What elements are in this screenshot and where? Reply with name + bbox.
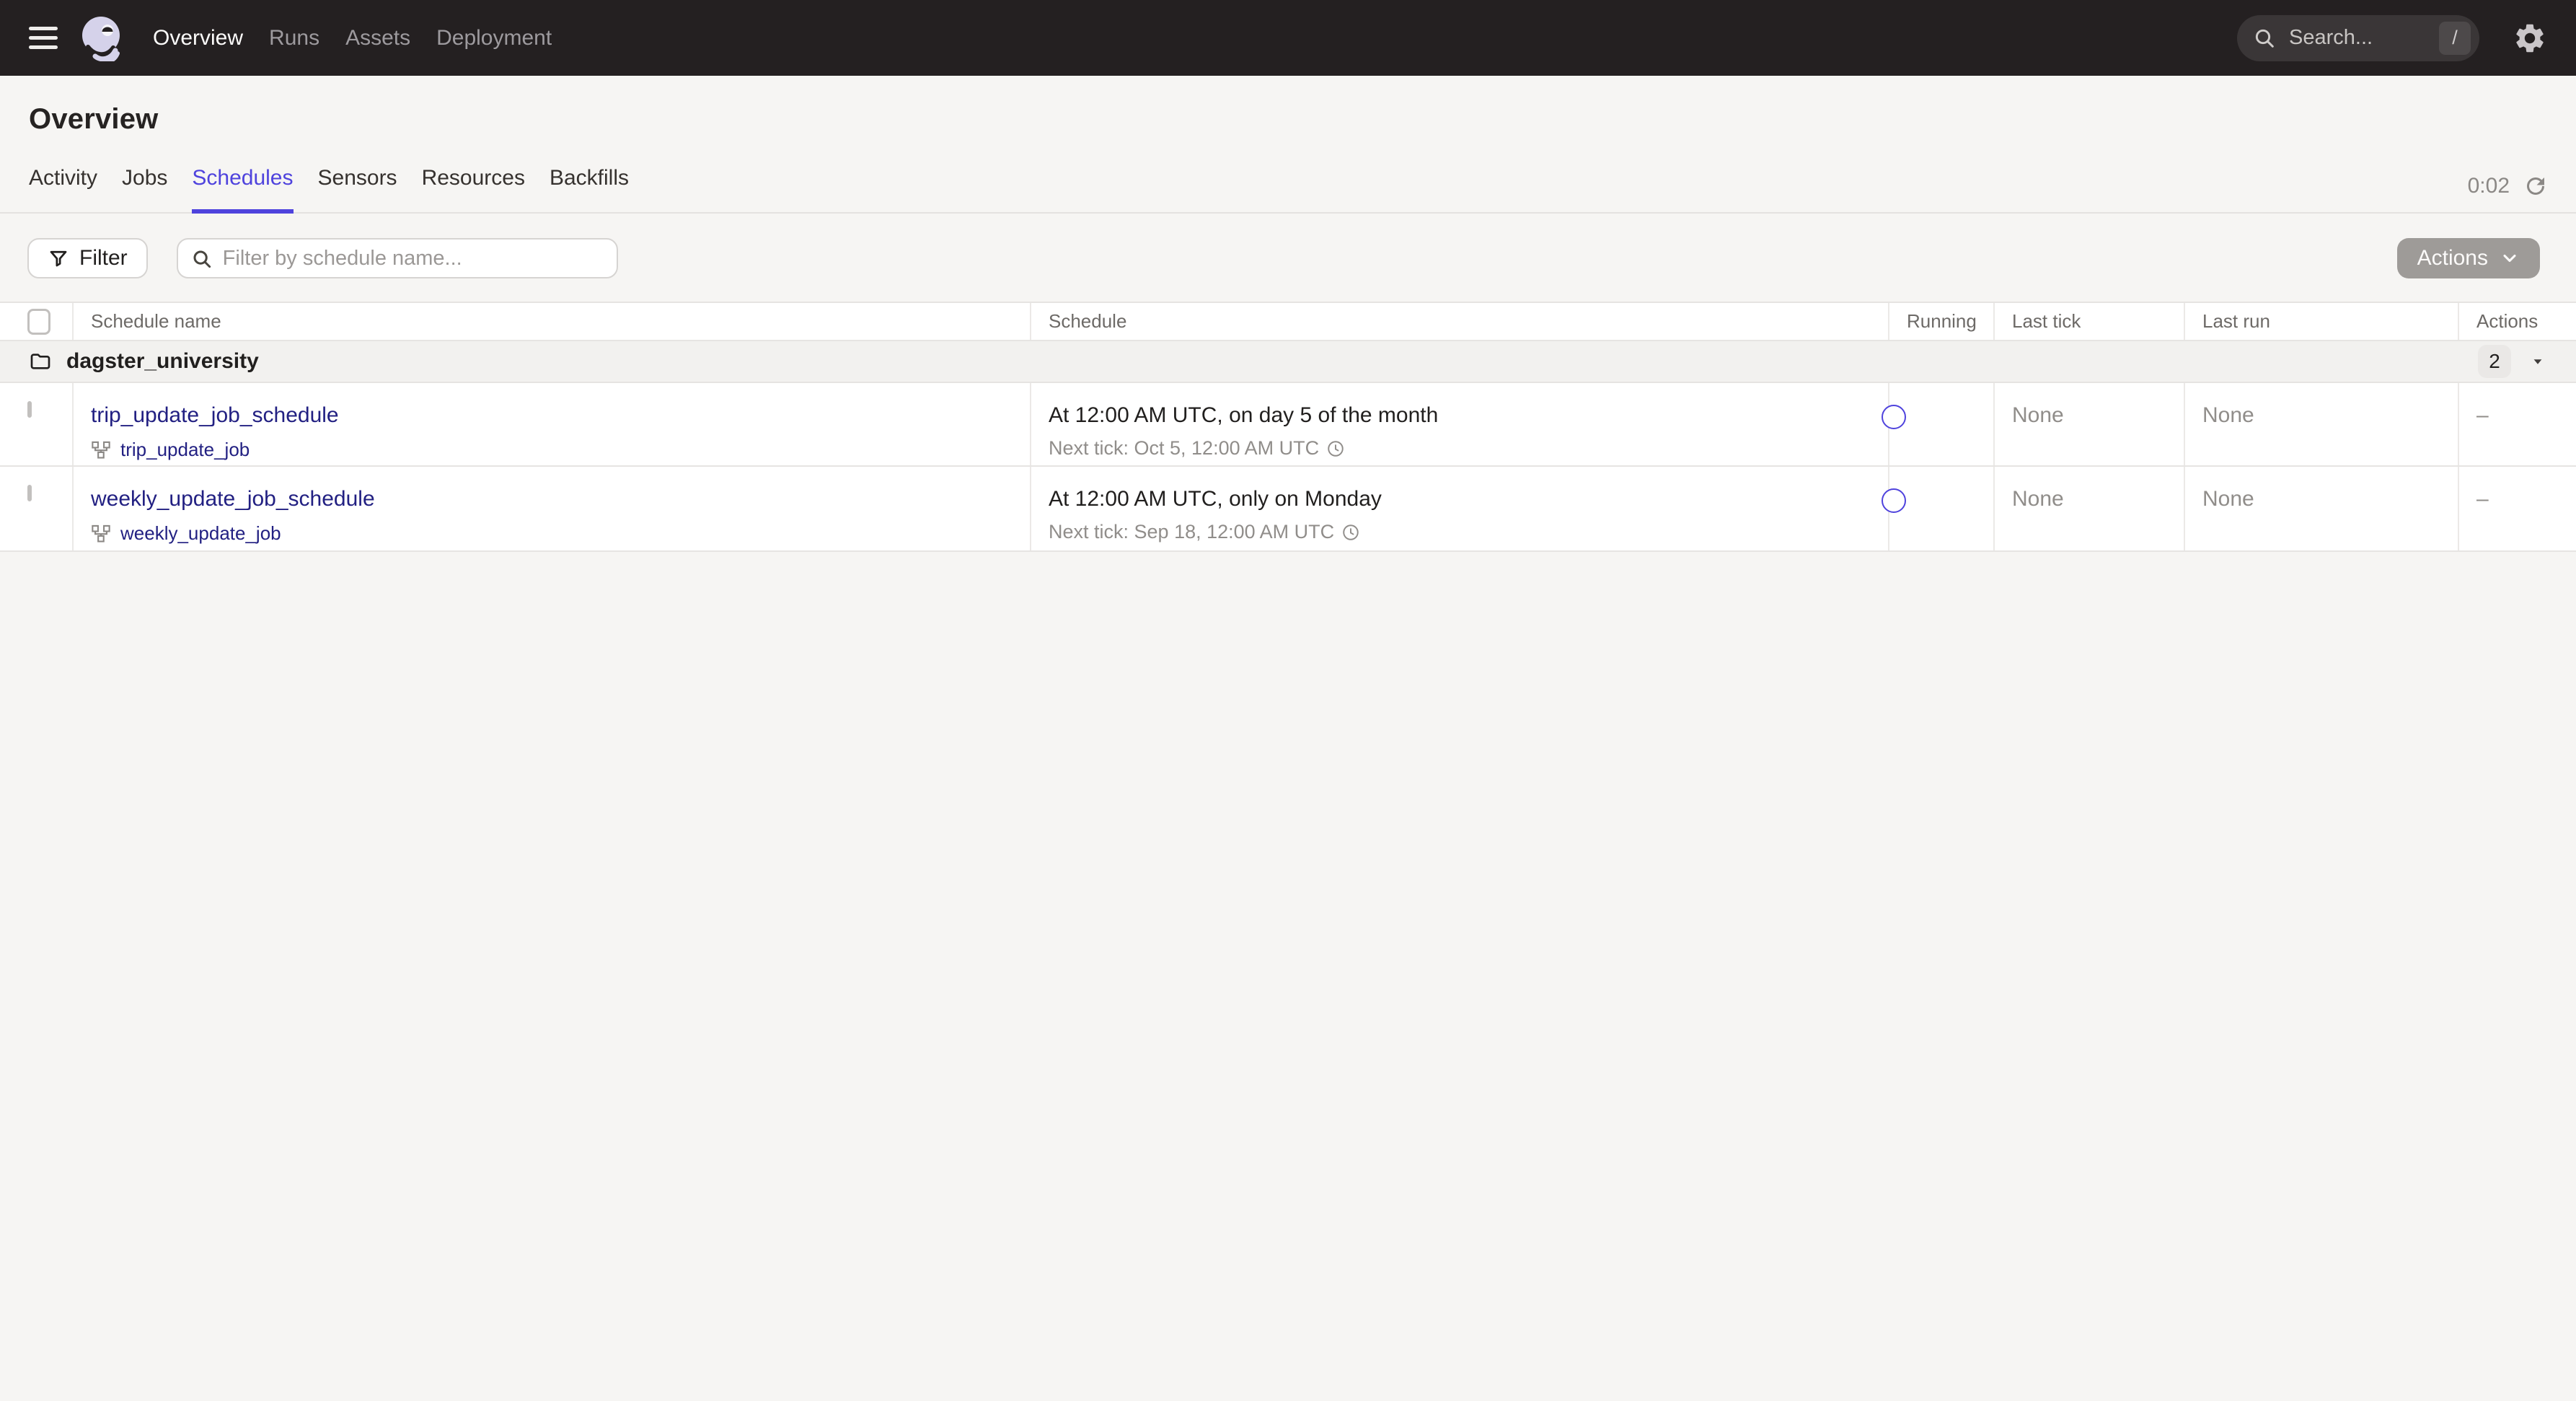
tab-sensors[interactable]: Sensors [318,166,397,214]
nav-item-assets[interactable]: Assets [345,26,410,50]
refresh-countdown: 0:02 [2467,174,2510,198]
chevron-down-icon [2503,254,2516,263]
nav-item-runs[interactable]: Runs [269,26,319,50]
search-icon [2253,27,2276,50]
job-link[interactable]: trip_update_job [120,439,250,461]
next-tick-line: Next tick: Oct 5, 12:00 AM UTC [1049,437,1888,460]
cron-description: At 12:00 AM UTC, on day 5 of the month [1049,403,1439,427]
actions-button[interactable]: Actions [2396,238,2540,278]
schedules-toolbar: Filter Actions [0,238,2576,278]
row-checkbox-cell [0,467,74,550]
last-run-cell: None [2185,383,2459,465]
clock-icon [1341,523,1360,542]
next-tick-text: Next tick: Sep 18, 12:00 AM UTC [1049,521,1335,543]
nav-item-overview[interactable]: Overview [153,26,243,50]
folder-icon [29,350,52,373]
row-actions-cell: – [2476,403,2489,427]
running-cell [1882,383,1995,465]
tab-backfills[interactable]: Backfills [550,166,629,214]
job-line: trip_update_job [91,439,1030,461]
filter-input-wrap [176,238,618,278]
schedule-link[interactable]: trip_update_job_schedule [91,403,339,428]
toggle-knob [1882,488,1906,513]
toggle-knob [1882,405,1906,429]
col-header-schedule-name: Schedule name [74,303,1031,340]
next-tick-text: Next tick: Oct 5, 12:00 AM UTC [1049,437,1320,459]
col-header-last-run: Last run [2185,303,2459,340]
dagster-logo-icon[interactable] [79,15,125,63]
col-header-running: Running [1889,303,1995,340]
schedule-cron-cell: At 12:00 AM UTC, only on Monday Next tic… [1031,467,1889,550]
overview-tabs: Activity Jobs Schedules Sensors Resource… [0,166,2576,214]
last-run-cell: None [2185,467,2459,550]
tab-activity[interactable]: Activity [29,166,97,214]
schedule-link[interactable]: weekly_update_job_schedule [91,487,375,511]
schedule-name-cell: trip_update_job_schedule trip_update_job [74,383,1031,465]
gear-icon[interactable] [2513,21,2547,56]
cron-description: At 12:00 AM UTC, only on Monday [1049,487,1382,511]
global-search-input[interactable]: Search... / [2237,14,2479,61]
top-navbar: Overview Runs Assets Deployment Search..… [0,0,2576,76]
running-cell [1882,467,1995,550]
refresh-icon[interactable] [2523,173,2549,199]
col-header-schedule: Schedule [1031,303,1889,340]
nav-item-deployment[interactable]: Deployment [436,26,552,50]
primary-nav: Overview Runs Assets Deployment [153,26,552,50]
hamburger-menu-icon[interactable] [27,24,59,53]
clock-icon [1326,439,1345,458]
filter-button[interactable]: Filter [27,238,148,278]
schedule-name-cell: weekly_update_job_schedule weekly_update… [74,467,1031,550]
table-row: weekly_update_job_schedule weekly_update… [0,467,2576,550]
row-checkbox[interactable] [27,401,32,418]
funnel-icon [50,250,67,267]
group-count-badge: 2 [2478,345,2511,378]
tab-jobs[interactable]: Jobs [122,166,167,214]
filter-button-label: Filter [79,246,128,270]
filter-by-name-input[interactable] [176,238,618,278]
page-title: Overview [29,103,159,135]
repo-group-row[interactable]: dagster_university 2 [0,341,2576,383]
row-actions-cell: – [2476,487,2489,511]
collapse-caret-icon[interactable] [2528,352,2547,371]
tab-schedules[interactable]: Schedules [192,166,294,214]
schedules-table: Schedule name Schedule Running Last tick… [0,302,2576,552]
job-icon [91,440,111,460]
table-row: trip_update_job_schedule trip_update_job… [0,383,2576,467]
last-tick-cell: None [1995,467,2185,550]
search-shortcut-badge: / [2439,21,2471,55]
row-checkbox-cell [0,383,74,465]
last-tick-cell: None [1995,383,2185,465]
actions-button-label: Actions [2417,246,2488,270]
tab-resources[interactable]: Resources [422,166,525,214]
next-tick-line: Next tick: Sep 18, 12:00 AM UTC [1049,521,1888,543]
row-checkbox[interactable] [27,485,32,501]
refresh-group: 0:02 [2468,173,2549,199]
search-icon-small [191,248,213,270]
job-line: weekly_update_job [91,522,1030,545]
job-link[interactable]: weekly_update_job [120,522,281,545]
col-header-last-tick: Last tick [1995,303,2185,340]
select-all-checkbox[interactable] [27,308,50,335]
schedule-cron-cell: At 12:00 AM UTC, on day 5 of the month N… [1031,383,1889,465]
repo-group-name: dagster_university [66,349,259,373]
header-checkbox-cell [0,303,74,340]
search-placeholder: Search... [2289,26,2373,49]
col-header-actions: Actions [2476,310,2538,332]
table-header-row: Schedule name Schedule Running Last tick… [0,303,2576,341]
job-icon [91,524,111,544]
